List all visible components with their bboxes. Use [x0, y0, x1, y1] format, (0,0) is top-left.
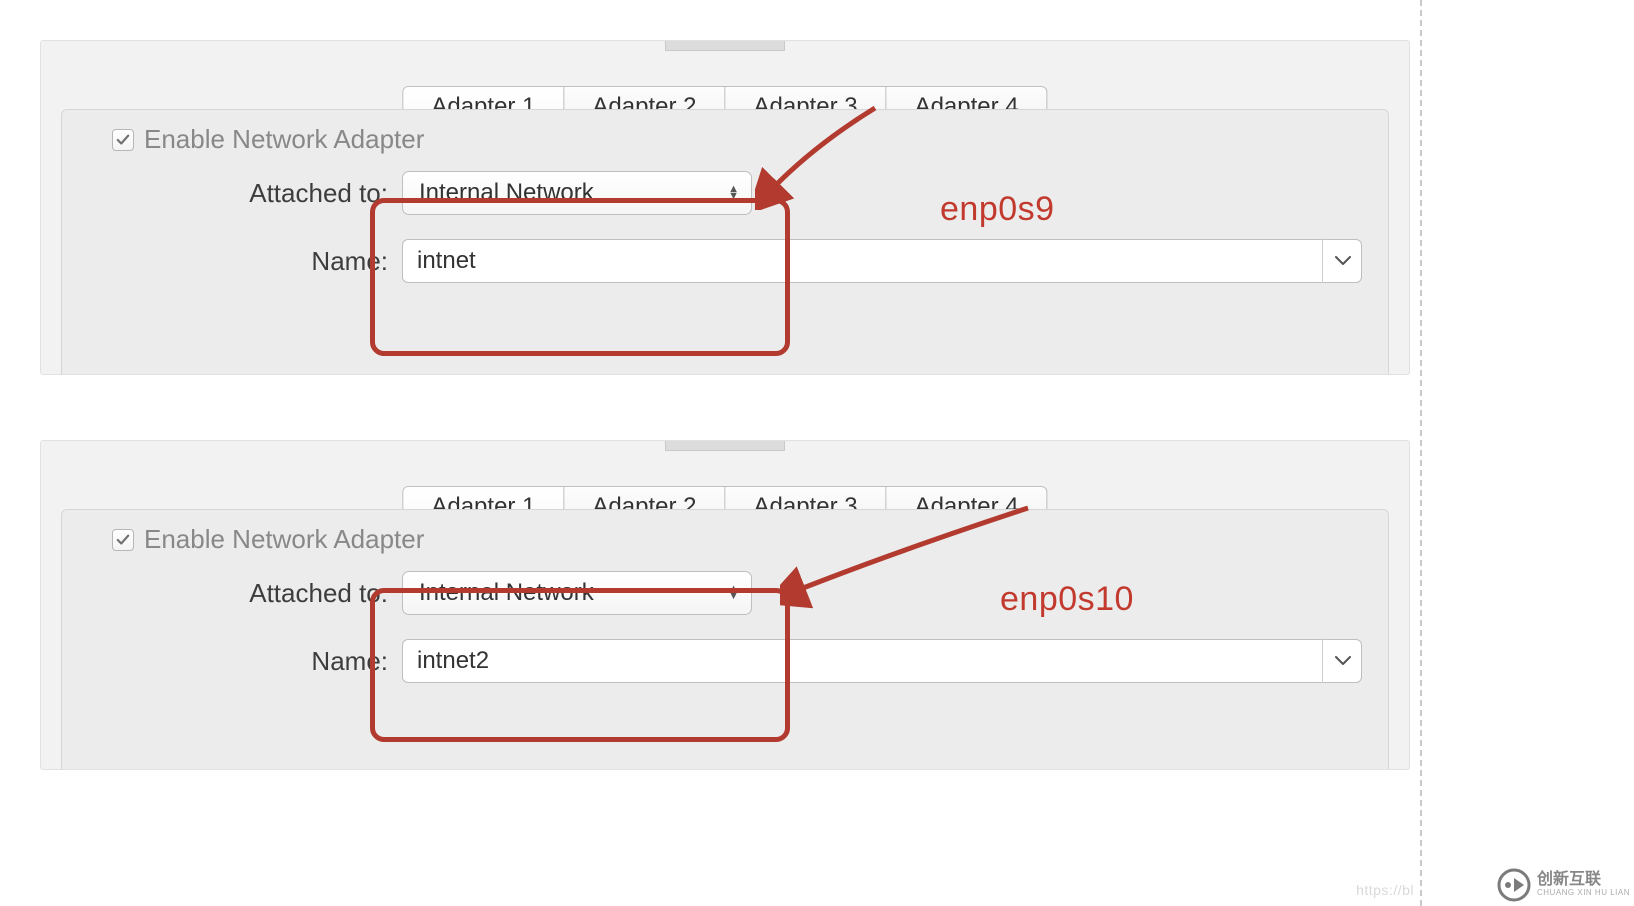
- adapter-form: Enable Network Adapter Attached to: Inte…: [61, 509, 1389, 769]
- attached-to-label: Attached to:: [62, 578, 402, 609]
- updown-caret-icon: ▲▼: [728, 586, 739, 600]
- attached-to-label: Attached to:: [62, 178, 402, 209]
- check-icon: [116, 533, 130, 547]
- attached-to-row: Attached to: Internal Network ▲▼: [62, 571, 1388, 615]
- attached-to-row: Attached to: Internal Network ▲▼: [62, 171, 1388, 215]
- updown-caret-icon: ▲▼: [728, 186, 739, 200]
- attached-to-select[interactable]: Internal Network ▲▼: [402, 171, 752, 215]
- attached-to-value: Internal Network: [419, 579, 594, 607]
- enable-adapter-checkbox[interactable]: [112, 129, 134, 151]
- attached-to-select[interactable]: Internal Network ▲▼: [402, 571, 752, 615]
- network-panel-4: Adapter 1 Adapter 2 Adapter 3 Adapter 4 …: [40, 440, 1410, 770]
- network-panel-3: Adapter 1 Adapter 2 Adapter 3 Adapter 4 …: [40, 40, 1410, 375]
- name-dropdown-button[interactable]: [1322, 639, 1362, 683]
- name-input[interactable]: [402, 239, 1362, 283]
- check-icon: [116, 133, 130, 147]
- watermark-text: 创新互联: [1537, 872, 1630, 889]
- enable-adapter-row: Enable Network Adapter: [112, 124, 424, 155]
- attached-to-value: Internal Network: [419, 179, 594, 207]
- panel-notch: [665, 41, 785, 51]
- watermark-subtext: CHUANG XIN HU LIAN: [1537, 889, 1630, 897]
- enable-adapter-label: Enable Network Adapter: [144, 124, 424, 155]
- watermark-logo-icon: [1497, 868, 1531, 902]
- panel-notch: [665, 441, 785, 451]
- name-combobox: [402, 239, 1362, 283]
- chevron-down-icon: [1335, 656, 1351, 666]
- name-row: Name:: [62, 639, 1388, 683]
- enable-adapter-row: Enable Network Adapter: [112, 524, 424, 555]
- watermark: 创新互联 CHUANG XIN HU LIAN: [1497, 868, 1630, 902]
- name-combobox: [402, 639, 1362, 683]
- name-input[interactable]: [402, 639, 1362, 683]
- enable-adapter-checkbox[interactable]: [112, 529, 134, 551]
- name-dropdown-button[interactable]: [1322, 239, 1362, 283]
- name-row: Name:: [62, 239, 1388, 283]
- annotation-text: enp0s9: [940, 190, 1055, 229]
- page-divider: [1420, 0, 1422, 906]
- faint-source-text: https://bl: [1356, 882, 1414, 898]
- enable-adapter-label: Enable Network Adapter: [144, 524, 424, 555]
- adapter-form: Enable Network Adapter Attached to: Inte…: [61, 109, 1389, 374]
- name-label: Name:: [62, 646, 402, 677]
- name-label: Name:: [62, 246, 402, 277]
- chevron-down-icon: [1335, 256, 1351, 266]
- annotation-text: enp0s10: [1000, 580, 1134, 619]
